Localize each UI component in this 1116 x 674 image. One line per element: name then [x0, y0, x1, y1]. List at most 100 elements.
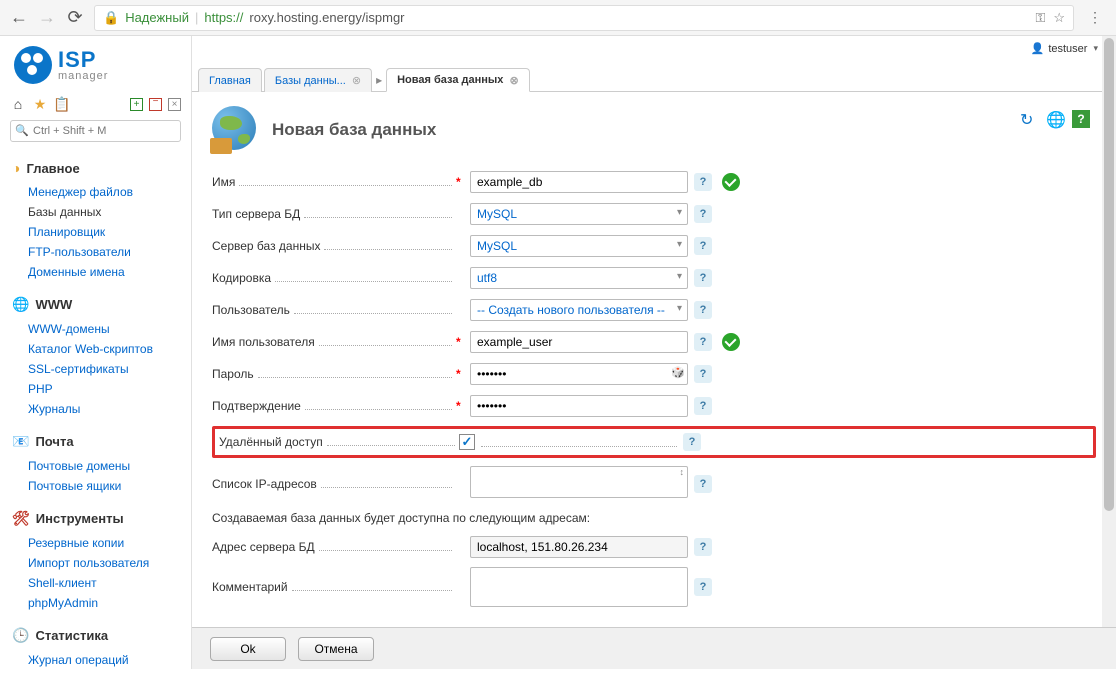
key-icon[interactable]: ⚿ — [1035, 10, 1045, 26]
expand-icon[interactable]: + — [130, 98, 143, 111]
refresh-icon[interactable]: ↻ — [1020, 110, 1038, 128]
home-icon[interactable]: ⌂ — [10, 96, 26, 112]
label-user: Пользователь — [212, 303, 290, 317]
star-icon[interactable]: ☆ — [1053, 10, 1065, 26]
logo: ISP manager — [0, 36, 191, 92]
help-button[interactable]: ? — [694, 333, 712, 351]
help-button[interactable]: ? — [694, 301, 712, 319]
close-all-icon[interactable]: × — [168, 98, 181, 111]
valid-icon — [722, 173, 740, 191]
dashboard-icon: ◑ — [12, 160, 20, 176]
nav-item-scheduler[interactable]: Планировщик — [28, 222, 191, 242]
mail-icon: 📧 — [12, 433, 29, 450]
select-server[interactable]: MySQL — [470, 235, 688, 257]
favorite-icon[interactable]: ★ — [32, 96, 48, 112]
nav-header-stats[interactable]: 🕒Статистика — [0, 623, 191, 648]
label-encoding: Кодировка — [212, 271, 271, 285]
user-name: testuser — [1048, 43, 1087, 55]
logo-icon — [14, 46, 52, 84]
scrollbar[interactable] — [1102, 36, 1116, 627]
user-menu[interactable]: 👤 testuser — [1031, 42, 1098, 55]
search-input[interactable] — [10, 120, 181, 142]
forward-button[interactable]: → — [36, 7, 58, 29]
nav-header-tools[interactable]: 🛠Инструменты — [0, 506, 191, 531]
stats-icon: 🕒 — [12, 627, 29, 644]
tab-bar: Главная Базы данны...⊗ ▸ Новая база данн… — [192, 36, 1116, 92]
help-button[interactable]: ? — [694, 578, 712, 596]
page-body: ↻ 🌐 ? Новая база данных Имя * ? — [192, 92, 1116, 669]
label-remote: Удалённый доступ — [219, 435, 323, 449]
collapse-icon[interactable]: − — [149, 98, 162, 111]
checkbox-remote[interactable] — [459, 434, 475, 450]
input-address — [470, 536, 688, 558]
nav-item-domains[interactable]: Доменные имена — [28, 262, 191, 282]
help-button[interactable]: ? — [694, 475, 712, 493]
footer-bar: Ok Отмена — [192, 627, 1116, 669]
nav-item-php[interactable]: PHP — [28, 379, 191, 399]
page-title: Новая база данных — [272, 120, 436, 140]
nav-item-logs[interactable]: Журналы — [28, 399, 191, 419]
select-encoding[interactable]: utf8 — [470, 267, 688, 289]
nav-item-import[interactable]: Импорт пользователя — [28, 553, 191, 573]
tab-close-icon[interactable]: ⊗ — [352, 74, 361, 87]
help-button[interactable]: ? — [694, 397, 712, 415]
tab-newdb[interactable]: Новая база данных⊗ — [386, 68, 530, 92]
nav-item-databases[interactable]: Базы данных — [28, 202, 191, 222]
nav-item-ftpusers[interactable]: FTP-пользователи — [28, 242, 191, 262]
help-button[interactable]: ? — [683, 433, 701, 451]
globe-icon: 🌐 — [12, 296, 29, 313]
nav-item-filemanager[interactable]: Менеджер файлов — [28, 182, 191, 202]
page-icon — [212, 106, 260, 154]
reload-button[interactable]: ⟳ — [64, 7, 86, 29]
nav-header-mail[interactable]: 📧Почта — [0, 429, 191, 454]
help-button[interactable]: ? — [694, 237, 712, 255]
nav-item-scripts[interactable]: Каталог Web-скриптов — [28, 339, 191, 359]
nav-item-wwwdomains[interactable]: WWW-домены — [28, 319, 191, 339]
nav-header-www[interactable]: 🌐WWW — [0, 292, 191, 317]
nav-item-maildomains[interactable]: Почтовые домены — [28, 456, 191, 476]
label-comment: Комментарий — [212, 580, 288, 594]
content-area: 👤 testuser Главная Базы данны...⊗ ▸ Нова… — [192, 36, 1116, 669]
resize-icon[interactable]: ↕ — [680, 468, 685, 476]
lang-icon[interactable]: 🌐 — [1046, 110, 1064, 128]
tab-close-icon[interactable]: ⊗ — [509, 74, 518, 87]
clipboard-icon[interactable]: 📋 — [54, 96, 70, 112]
help-button[interactable]: ? — [694, 269, 712, 287]
textarea-comment[interactable] — [470, 567, 688, 607]
remote-access-row: Удалённый доступ ? — [212, 426, 1096, 458]
browser-menu[interactable]: ⋮ — [1082, 9, 1108, 26]
generate-password-icon[interactable]: 🎲 — [671, 366, 685, 379]
select-user[interactable]: -- Создать нового пользователя -- — [470, 299, 688, 321]
valid-icon — [722, 333, 740, 351]
label-server: Сервер баз данных — [212, 239, 320, 253]
nav-item-phpmyadmin[interactable]: phpMyAdmin — [28, 593, 191, 613]
help-button[interactable]: ? — [694, 173, 712, 191]
help-button[interactable]: ? — [694, 365, 712, 383]
nav-item-shell[interactable]: Shell-клиент — [28, 573, 191, 593]
logo-text-top: ISP — [58, 49, 108, 71]
back-button[interactable]: ← — [8, 7, 30, 29]
database-form: Имя * ? Тип сервера БД MySQL ? Сервер ба… — [212, 170, 1096, 669]
help-button[interactable]: ? — [694, 205, 712, 223]
nav-header-main[interactable]: ◑Главное — [0, 156, 191, 180]
address-bar[interactable]: 🔒 Надежный | https://roxy.hosting.energy… — [94, 5, 1074, 31]
nav-item-backup[interactable]: Резервные копии — [28, 533, 191, 553]
select-type[interactable]: MySQL — [470, 203, 688, 225]
label-type: Тип сервера БД — [212, 207, 300, 221]
nav-item-oplog[interactable]: Журнал операций — [28, 650, 191, 670]
help-icon[interactable]: ? — [1072, 110, 1090, 128]
nav-item-ssl[interactable]: SSL-сертификаты — [28, 359, 191, 379]
input-password[interactable] — [470, 363, 688, 385]
input-username[interactable] — [470, 331, 688, 353]
help-button[interactable]: ? — [694, 538, 712, 556]
label-confirm: Подтверждение — [212, 399, 301, 413]
input-confirm[interactable] — [470, 395, 688, 417]
tab-home[interactable]: Главная — [198, 68, 262, 92]
input-name[interactable] — [470, 171, 688, 193]
textarea-iplist[interactable] — [470, 466, 688, 498]
tab-databases[interactable]: Базы данны...⊗ — [264, 68, 372, 92]
cancel-button[interactable]: Отмена — [298, 637, 374, 661]
nav-item-mailboxes[interactable]: Почтовые ящики — [28, 476, 191, 496]
ok-button[interactable]: Ok — [210, 637, 286, 661]
label-password: Пароль — [212, 367, 254, 381]
